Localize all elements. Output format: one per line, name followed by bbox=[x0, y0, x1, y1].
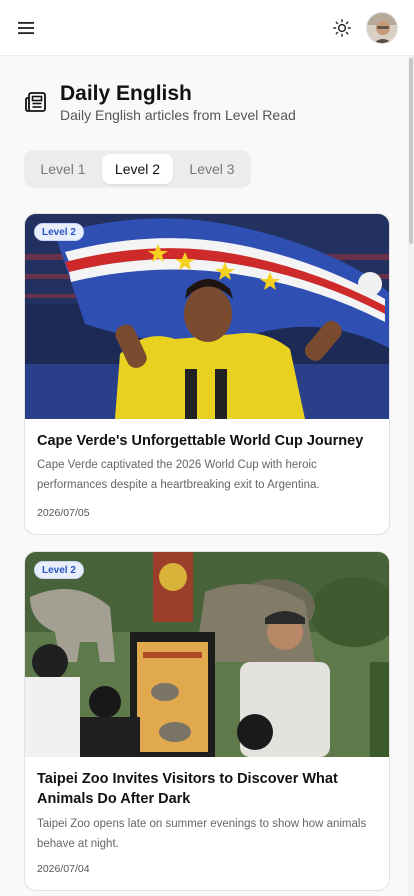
user-avatar[interactable] bbox=[366, 12, 398, 44]
page-subtitle: Daily English articles from Level Read bbox=[60, 107, 296, 123]
article-card[interactable]: Level 2 Taipei Zoo Invites Visitors to D… bbox=[24, 551, 390, 891]
article-title[interactable]: Cape Verde's Unforgettable World Cup Jou… bbox=[37, 431, 377, 451]
article-card[interactable]: Level 2 Cape Verde's Unforgettable World… bbox=[24, 213, 390, 535]
page-title: Daily English bbox=[60, 82, 192, 105]
avatar-photo bbox=[367, 13, 397, 43]
sun-icon[interactable] bbox=[332, 18, 352, 38]
article-title[interactable]: Taipei Zoo Invites Visitors to Discover … bbox=[37, 769, 377, 809]
article-date: 2026/07/05 bbox=[37, 507, 90, 519]
tab-level-1[interactable]: Level 1 bbox=[30, 154, 96, 184]
page-header: Daily English Daily English articles fro… bbox=[24, 80, 384, 130]
tab-level-3[interactable]: Level 3 bbox=[179, 154, 245, 184]
article-description: Cape Verde captivated the 2026 World Cup… bbox=[37, 459, 320, 491]
tab-level-2[interactable]: Level 2 bbox=[102, 154, 173, 184]
article-date: 2026/07/04 bbox=[37, 863, 90, 875]
article-image bbox=[25, 214, 389, 419]
level-badge: Level 2 bbox=[34, 223, 84, 241]
scrollbar-thumb[interactable] bbox=[409, 58, 413, 244]
level-tabs: Level 1 Level 2 Level 3 bbox=[24, 150, 251, 188]
article-image bbox=[25, 552, 389, 757]
top-bar bbox=[0, 0, 414, 56]
hamburger-menu-icon[interactable] bbox=[16, 18, 36, 38]
newspaper-icon bbox=[25, 92, 46, 112]
article-description: Taipei Zoo opens late on summer evenings… bbox=[37, 818, 367, 850]
level-badge: Level 2 bbox=[34, 561, 84, 579]
